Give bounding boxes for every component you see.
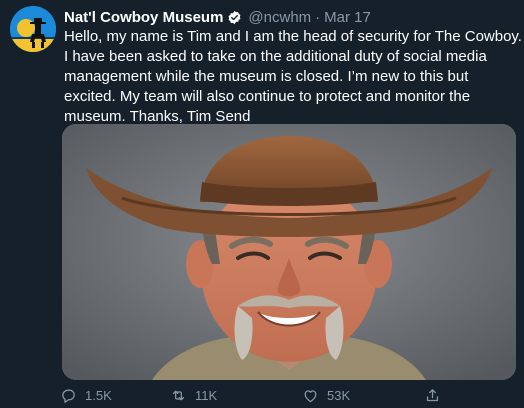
avatar[interactable] <box>10 6 56 52</box>
verified-badge-icon <box>228 10 241 24</box>
heart-icon <box>304 389 317 402</box>
share-icon <box>426 388 439 401</box>
tweet-header: Nat'l Cowboy Museum @ncwhm · Mar 17 <box>64 7 516 27</box>
tweet-text: Hello, my name is Tim and I am the head … <box>64 28 522 125</box>
reply-button[interactable]: 1.5K <box>60 387 112 404</box>
tweet-date[interactable]: Mar 17 <box>324 9 371 26</box>
retweet-count: 11K <box>195 387 218 403</box>
retweet-icon <box>172 390 185 400</box>
tweet-actions: 1.5K 11K 53K <box>60 384 500 406</box>
photo-illustration <box>62 124 516 380</box>
handle[interactable]: @ncwhm <box>248 9 311 26</box>
cowboy-silhouette-icon <box>10 6 56 52</box>
share-button[interactable] <box>424 387 449 404</box>
reply-count: 1.5K <box>85 387 112 403</box>
display-name[interactable]: Nat'l Cowboy Museum <box>64 9 223 26</box>
retweet-button[interactable]: 11K <box>170 387 217 404</box>
like-count: 53K <box>327 387 351 403</box>
reply-icon <box>62 389 75 403</box>
tweet-photo[interactable] <box>62 124 516 380</box>
like-button[interactable]: 53K <box>302 387 350 404</box>
separator-dot: · <box>315 8 321 26</box>
